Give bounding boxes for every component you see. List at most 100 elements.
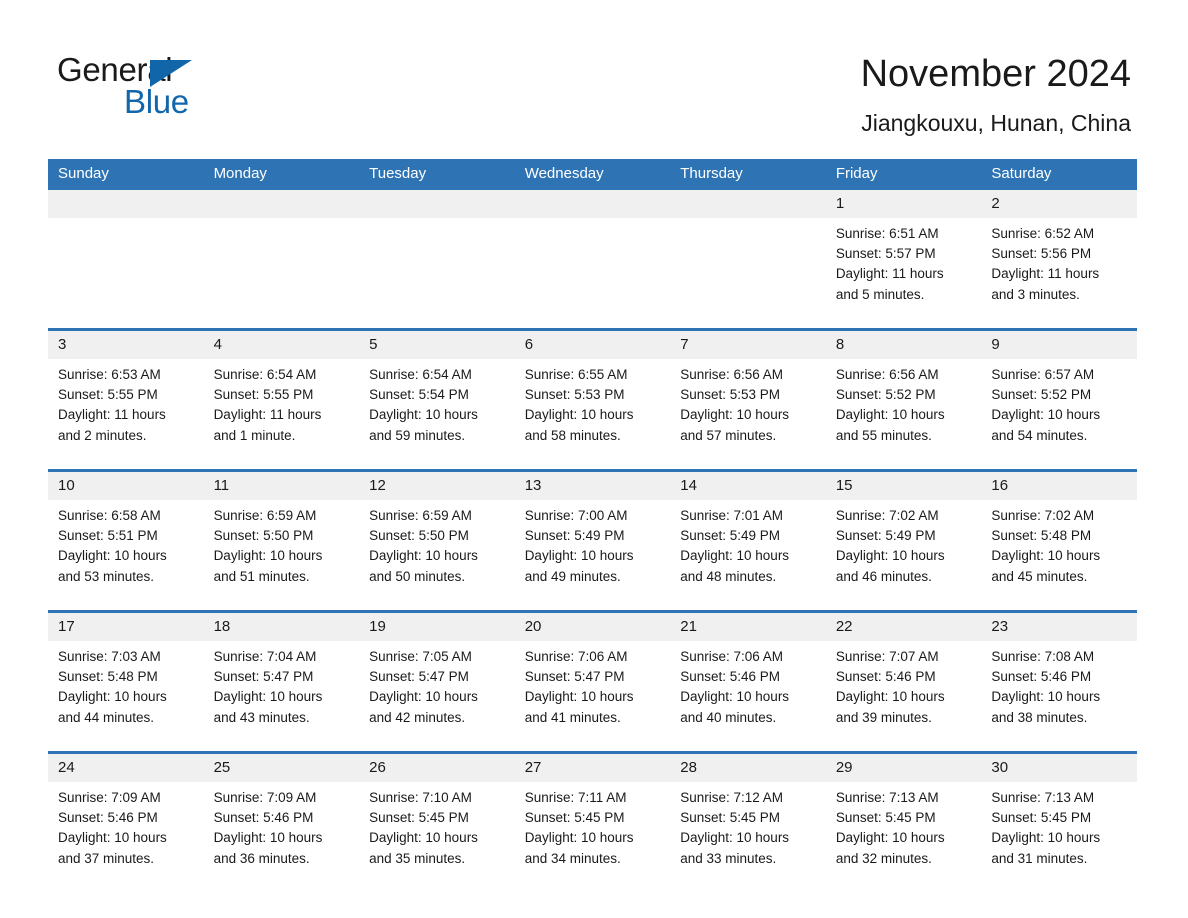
- day-number: 5: [359, 331, 515, 359]
- day-cell[interactable]: 15 Sunrise: 7:02 AM Sunset: 5:49 PM Dayl…: [825, 469, 982, 612]
- week-row: 1 Sunrise: 6:51 AM Sunset: 5:57 PM Dayli…: [48, 190, 1137, 330]
- day-number: 26: [359, 754, 515, 782]
- day-number: 21: [670, 613, 826, 641]
- day-cell[interactable]: 23 Sunrise: 7:08 AM Sunset: 5:46 PM Dayl…: [981, 610, 1137, 753]
- sunrise-text: Sunrise: 6:57 AM: [991, 367, 1095, 382]
- day-cell[interactable]: 8 Sunrise: 6:56 AM Sunset: 5:52 PM Dayli…: [825, 328, 982, 471]
- day-details: Sunrise: 7:11 AM Sunset: 5:45 PM Dayligh…: [514, 782, 671, 892]
- day-cell[interactable]: 2 Sunrise: 6:52 AM Sunset: 5:56 PM Dayli…: [981, 190, 1137, 330]
- day-cell[interactable]: [670, 190, 826, 330]
- daylight-text-line1: Daylight: 10 hours: [835, 407, 945, 423]
- daylight-text-line2: and 48 minutes.: [680, 568, 777, 584]
- day-number: [203, 190, 360, 218]
- sunset-text: Sunset: 5:48 PM: [58, 669, 158, 685]
- day-cell[interactable]: 29 Sunrise: 7:13 AM Sunset: 5:45 PM Dayl…: [825, 751, 982, 892]
- daylight-text-line2: and 51 minutes.: [213, 568, 310, 584]
- weekday-header-friday: Friday: [825, 159, 982, 190]
- sunrise-text: Sunrise: 6:59 AM: [213, 508, 317, 523]
- day-cell[interactable]: 25 Sunrise: 7:09 AM Sunset: 5:46 PM Dayl…: [203, 751, 360, 892]
- sunset-text: Sunset: 5:49 PM: [680, 528, 781, 544]
- day-details: Sunrise: 7:09 AM Sunset: 5:46 PM Dayligh…: [203, 782, 360, 892]
- sunrise-text: Sunrise: 7:06 AM: [680, 649, 784, 664]
- daylight-text-line1: Daylight: 10 hours: [213, 689, 323, 705]
- day-number: 15: [825, 472, 982, 500]
- sunset-text: Sunset: 5:47 PM: [369, 669, 469, 685]
- daylight-text-line1: Daylight: 10 hours: [213, 548, 323, 564]
- day-cell[interactable]: 5 Sunrise: 6:54 AM Sunset: 5:54 PM Dayli…: [359, 328, 515, 471]
- sunrise-text: Sunrise: 7:02 AM: [835, 508, 939, 523]
- sunset-text: Sunset: 5:53 PM: [524, 387, 625, 403]
- day-cell[interactable]: 24 Sunrise: 7:09 AM Sunset: 5:46 PM Dayl…: [48, 751, 204, 892]
- day-details: Sunrise: 6:55 AM Sunset: 5:53 PM Dayligh…: [514, 359, 671, 469]
- day-cell[interactable]: 9 Sunrise: 6:57 AM Sunset: 5:52 PM Dayli…: [981, 328, 1137, 471]
- day-details: [670, 218, 826, 328]
- day-cell[interactable]: 30 Sunrise: 7:13 AM Sunset: 5:45 PM Dayl…: [981, 751, 1137, 892]
- daylight-text-line1: Daylight: 10 hours: [524, 689, 634, 705]
- sunset-text: Sunset: 5:53 PM: [680, 387, 781, 403]
- day-number: 30: [981, 754, 1137, 782]
- daylight-text-line1: Daylight: 10 hours: [369, 830, 478, 846]
- day-cell[interactable]: 3 Sunrise: 6:53 AM Sunset: 5:55 PM Dayli…: [48, 328, 204, 471]
- day-details: Sunrise: 6:51 AM Sunset: 5:57 PM Dayligh…: [825, 218, 982, 328]
- daylight-text-line1: Daylight: 10 hours: [369, 407, 478, 423]
- daylight-text-line1: Daylight: 10 hours: [58, 689, 167, 705]
- sunset-text: Sunset: 5:45 PM: [680, 810, 781, 826]
- day-cell[interactable]: 7 Sunrise: 6:56 AM Sunset: 5:53 PM Dayli…: [670, 328, 826, 471]
- day-cell[interactable]: [48, 190, 204, 330]
- daylight-text-line2: and 54 minutes.: [991, 427, 1088, 443]
- daylight-text-line1: Daylight: 10 hours: [524, 830, 634, 846]
- daylight-text-line2: and 36 minutes.: [213, 850, 310, 866]
- day-cell[interactable]: 18 Sunrise: 7:04 AM Sunset: 5:47 PM Dayl…: [203, 610, 360, 753]
- day-number: 17: [48, 613, 204, 641]
- day-number: 7: [670, 331, 826, 359]
- day-number: 12: [359, 472, 515, 500]
- day-cell[interactable]: 6 Sunrise: 6:55 AM Sunset: 5:53 PM Dayli…: [514, 328, 671, 471]
- day-number: 10: [48, 472, 204, 500]
- day-number: 14: [670, 472, 826, 500]
- day-cell[interactable]: [203, 190, 360, 330]
- daylight-text-line2: and 46 minutes.: [835, 568, 932, 584]
- day-cell[interactable]: 14 Sunrise: 7:01 AM Sunset: 5:49 PM Dayl…: [670, 469, 826, 612]
- day-cell[interactable]: 19 Sunrise: 7:05 AM Sunset: 5:47 PM Dayl…: [359, 610, 515, 753]
- day-cell[interactable]: [359, 190, 515, 330]
- day-cell[interactable]: 26 Sunrise: 7:10 AM Sunset: 5:45 PM Dayl…: [359, 751, 515, 892]
- day-cell[interactable]: 4 Sunrise: 6:54 AM Sunset: 5:55 PM Dayli…: [203, 328, 360, 471]
- sunset-text: Sunset: 5:54 PM: [369, 387, 469, 403]
- day-cell[interactable]: 12 Sunrise: 6:59 AM Sunset: 5:50 PM Dayl…: [359, 469, 515, 612]
- sunset-text: Sunset: 5:45 PM: [835, 810, 936, 826]
- day-cell[interactable]: 13 Sunrise: 7:00 AM Sunset: 5:49 PM Dayl…: [514, 469, 671, 612]
- day-cell[interactable]: 11 Sunrise: 6:59 AM Sunset: 5:50 PM Dayl…: [203, 469, 360, 612]
- day-details: Sunrise: 6:53 AM Sunset: 5:55 PM Dayligh…: [48, 359, 204, 469]
- daylight-text-line1: Daylight: 11 hours: [835, 266, 944, 282]
- day-details: Sunrise: 7:03 AM Sunset: 5:48 PM Dayligh…: [48, 641, 204, 751]
- day-cell[interactable]: 21 Sunrise: 7:06 AM Sunset: 5:46 PM Dayl…: [670, 610, 826, 753]
- day-cell[interactable]: 22 Sunrise: 7:07 AM Sunset: 5:46 PM Dayl…: [825, 610, 982, 753]
- sunset-text: Sunset: 5:56 PM: [991, 246, 1092, 262]
- day-cell[interactable]: 17 Sunrise: 7:03 AM Sunset: 5:48 PM Dayl…: [48, 610, 204, 753]
- weekday-header-tuesday: Tuesday: [359, 159, 515, 190]
- day-cell[interactable]: 1 Sunrise: 6:51 AM Sunset: 5:57 PM Dayli…: [825, 190, 982, 330]
- general-blue-logo[interactable]: General Blue: [57, 52, 317, 130]
- day-cell[interactable]: 27 Sunrise: 7:11 AM Sunset: 5:45 PM Dayl…: [514, 751, 671, 892]
- sunrise-text: Sunrise: 6:56 AM: [835, 367, 939, 382]
- day-number: 29: [825, 754, 982, 782]
- day-cell[interactable]: 28 Sunrise: 7:12 AM Sunset: 5:45 PM Dayl…: [670, 751, 826, 892]
- daylight-text-line2: and 38 minutes.: [991, 709, 1088, 725]
- daylight-text-line1: Daylight: 10 hours: [680, 407, 790, 423]
- day-number: 6: [514, 331, 671, 359]
- daylight-text-line1: Daylight: 10 hours: [991, 407, 1101, 423]
- day-details: Sunrise: 7:13 AM Sunset: 5:45 PM Dayligh…: [981, 782, 1137, 892]
- day-cell[interactable]: [514, 190, 671, 330]
- day-details: [514, 218, 671, 328]
- sunset-text: Sunset: 5:50 PM: [213, 528, 314, 544]
- day-cell[interactable]: 16 Sunrise: 7:02 AM Sunset: 5:48 PM Dayl…: [981, 469, 1137, 612]
- day-number: [48, 190, 204, 218]
- sunrise-text: Sunrise: 7:10 AM: [369, 790, 472, 805]
- sunrise-text: Sunrise: 6:56 AM: [680, 367, 784, 382]
- day-cell[interactable]: 10 Sunrise: 6:58 AM Sunset: 5:51 PM Dayl…: [48, 469, 204, 612]
- sunrise-text: Sunrise: 6:53 AM: [58, 367, 161, 382]
- sunset-text: Sunset: 5:49 PM: [835, 528, 936, 544]
- day-details: Sunrise: 7:02 AM Sunset: 5:48 PM Dayligh…: [981, 500, 1137, 610]
- day-cell[interactable]: 20 Sunrise: 7:06 AM Sunset: 5:47 PM Dayl…: [514, 610, 671, 753]
- sunset-text: Sunset: 5:48 PM: [991, 528, 1092, 544]
